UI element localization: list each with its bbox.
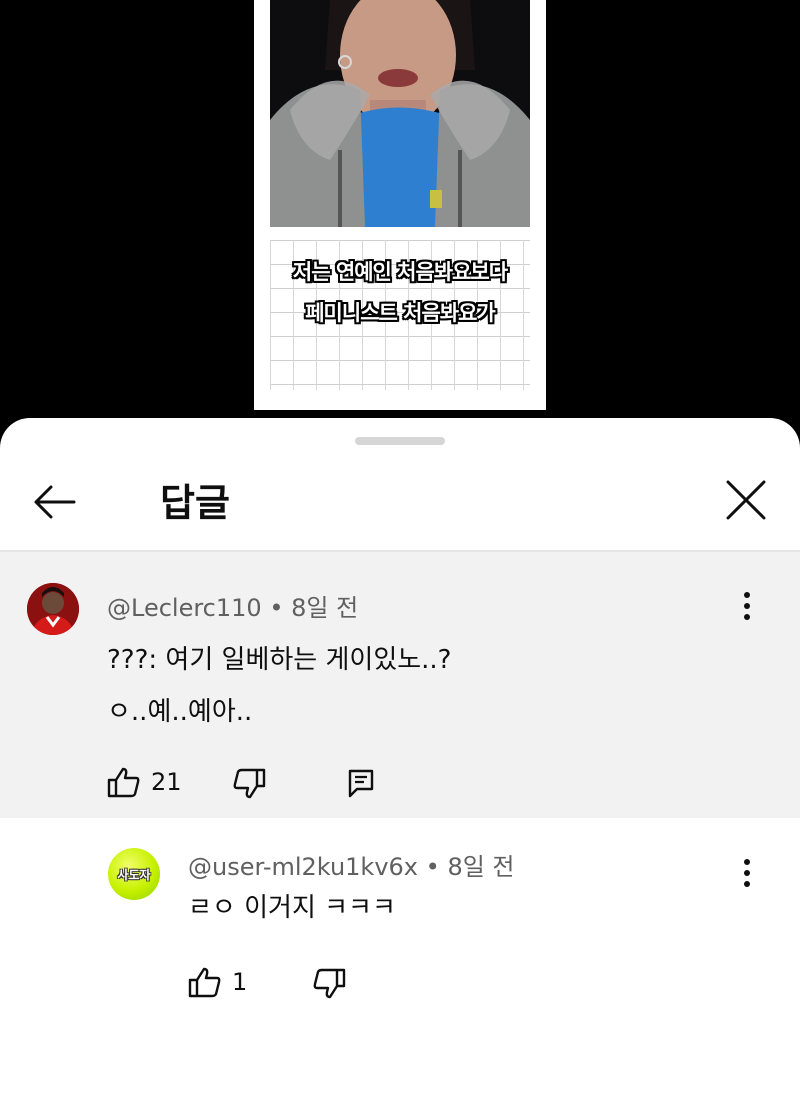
thumbs-up-icon	[188, 967, 221, 998]
close-button[interactable]	[720, 474, 772, 526]
replies-sheet: 답글 @Leclerc110 • 8일 전 ???: 여기 일베하는 게이있노.…	[0, 418, 800, 1099]
dislike-button[interactable]	[312, 968, 346, 1000]
meta-separator: •	[425, 853, 448, 881]
reply-comment: 사도자 @user-ml2ku1kv6x • 8일 전 ㄹㅇ 이거지 ㅋㅋㅋ 1	[0, 818, 800, 1099]
comment-text-line2: ㅇ..예..예아..	[107, 697, 253, 727]
comment-time: 8일 전	[447, 853, 515, 881]
comment-meta: @Leclerc110 • 8일 전	[107, 588, 358, 623]
thumbs-down-icon	[313, 968, 346, 999]
video-caption-line2: 페미니스트 처음봐요가	[305, 301, 496, 325]
avatar-text: 사도자	[117, 867, 151, 882]
more-dot	[744, 859, 750, 865]
thumbs-down-icon	[233, 768, 266, 799]
user-photo-image	[27, 583, 79, 635]
comment-text-line1: ???: 여기 일베하는 게이있노..?	[107, 645, 452, 675]
parent-comment: @Leclerc110 • 8일 전 ???: 여기 일베하는 게이있노..? …	[0, 552, 800, 818]
sheet-title: 답글	[160, 481, 230, 525]
comment-time: 8일 전	[291, 594, 359, 622]
more-dot	[744, 603, 750, 609]
comment-text-line1: ㄹㅇ 이거지 ㅋㅋㅋ	[188, 893, 396, 923]
comment-author[interactable]: @user-ml2ku1kv6x	[188, 853, 418, 881]
more-dot	[744, 881, 750, 887]
drag-handle[interactable]	[355, 437, 445, 445]
like-count: 1	[232, 968, 248, 996]
back-button[interactable]	[28, 476, 80, 528]
comment-more-button[interactable]	[732, 586, 762, 626]
thumbs-up-icon	[107, 767, 140, 798]
avatar[interactable]	[27, 583, 79, 635]
comment-more-button[interactable]	[732, 853, 762, 893]
close-icon	[726, 480, 766, 520]
video-player[interactable]: 저는 연예인 처음봐요보다 페미니스트 처음봐요가	[0, 0, 800, 440]
dislike-button[interactable]	[232, 768, 266, 800]
video-frame: 저는 연예인 처음봐요보다 페미니스트 처음봐요가	[254, 0, 546, 410]
like-button[interactable]: 21	[107, 766, 182, 798]
more-dot	[744, 592, 750, 598]
video-thumbnail-image	[270, 0, 530, 227]
person-image	[270, 0, 530, 227]
arrow-left-icon	[34, 485, 76, 519]
like-button[interactable]: 1	[188, 966, 247, 998]
comment-meta: @user-ml2ku1kv6x • 8일 전	[188, 847, 515, 882]
more-dot	[744, 614, 750, 620]
sheet-header: 답글	[0, 458, 800, 550]
meta-separator: •	[269, 594, 292, 622]
reply-button[interactable]	[347, 768, 375, 798]
comment-icon	[348, 769, 374, 798]
video-caption-line1: 저는 연예인 처음봐요보다	[292, 260, 508, 284]
like-count: 21	[151, 768, 182, 796]
avatar[interactable]: 사도자	[108, 848, 160, 900]
more-dot	[744, 870, 750, 876]
comment-author[interactable]: @Leclerc110	[107, 594, 262, 622]
